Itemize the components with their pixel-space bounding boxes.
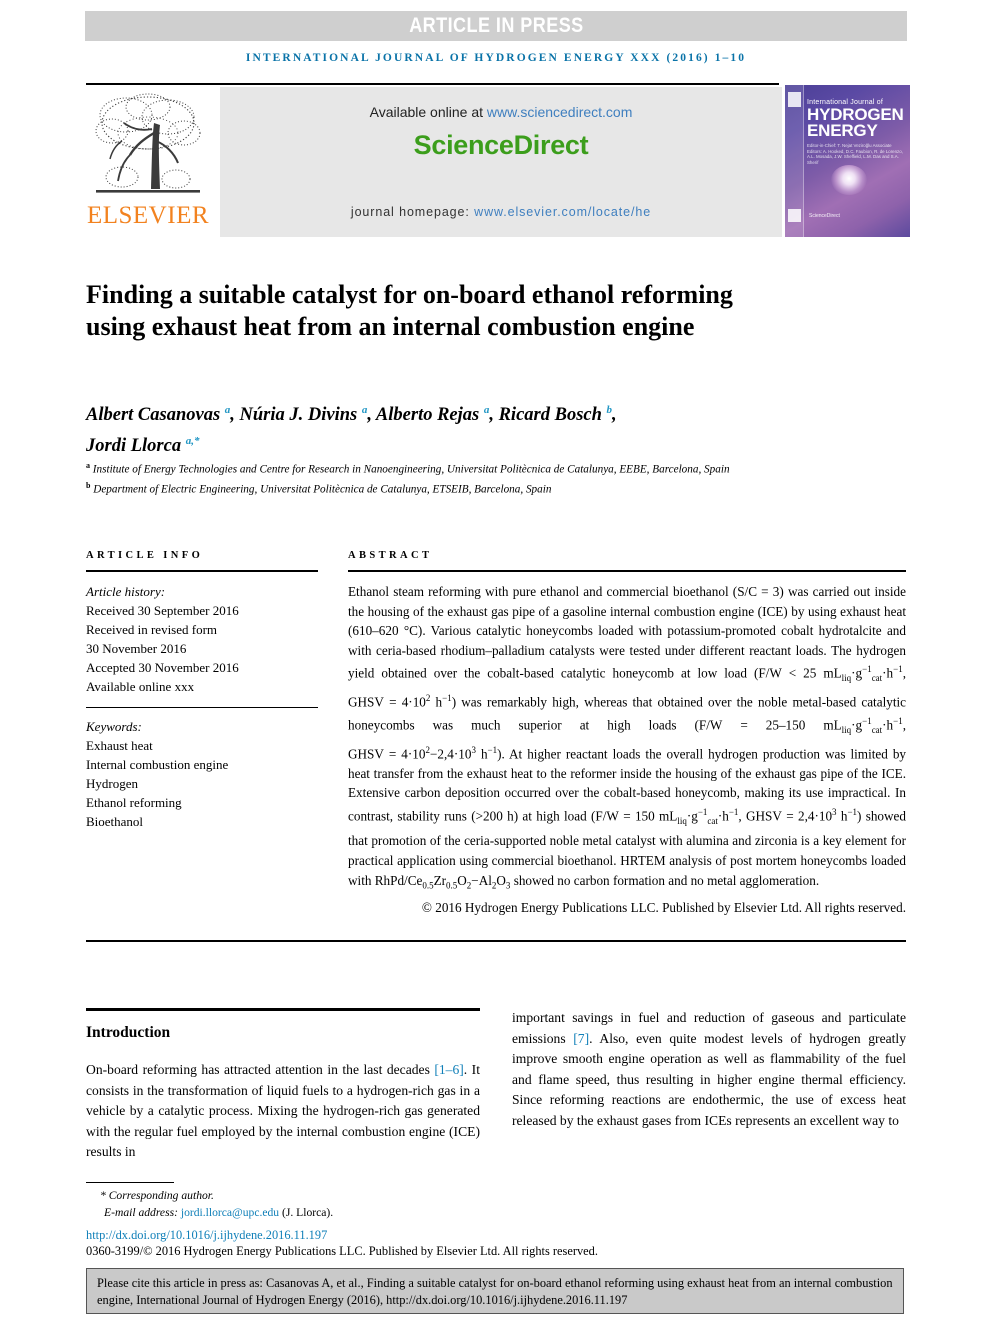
abstract-heading: ABSTRACT	[348, 550, 433, 561]
introduction-heading: Introduction	[86, 1024, 171, 1041]
author-list: Albert Casanovas a, Núria J. Divins a, A…	[86, 404, 617, 457]
history-item: Received 30 September 2016	[86, 603, 239, 618]
keyword-item: Internal combustion engine	[86, 757, 229, 772]
elsevier-wordmark: ELSEVIER	[86, 202, 210, 229]
please-cite-text: Please cite this article in press as: Ca…	[97, 1276, 893, 1307]
keywords-block: Keywords: Exhaust heat Internal combusti…	[86, 717, 318, 831]
keyword-item: Bioethanol	[86, 814, 144, 829]
history-item: Received in revised form	[86, 622, 218, 637]
email-suffix: (J. Llorca).	[279, 1205, 334, 1219]
sciencedirect-banner: Available online at www.sciencedirect.co…	[220, 87, 782, 237]
abstract-column: ABSTRACT Ethanol steam reforming with pu…	[348, 550, 906, 917]
history-item: 30 November 2016	[86, 641, 187, 656]
ihe-logo-bottom-icon	[788, 209, 801, 222]
available-online-prefix: Available online at	[369, 104, 487, 120]
history-item: Available online xxx	[86, 679, 195, 694]
affiliation-b: b Department of Electric Engineering, Un…	[86, 478, 876, 498]
cover-editors-text: Editor-in-Chief: T. Nejat Veziroğlu Asso…	[807, 143, 903, 165]
article-info-rule	[86, 570, 318, 572]
article-page: ARTICLE IN PRESS INTERNATIONAL JOURNAL O…	[0, 0, 992, 1323]
introduction-paragraph-right: important savings in fuel and reduction …	[512, 1010, 906, 1128]
history-item: Accepted 30 November 2016	[86, 660, 239, 675]
journal-homepage-prefix: journal homepage:	[350, 205, 475, 219]
keyword-item: Exhaust heat	[86, 738, 153, 753]
article-info-column: ARTICLE INFO Article history: Received 3…	[86, 550, 318, 831]
introduction-left-column: Introduction On-board reforming has attr…	[86, 1008, 480, 1163]
article-history-label: Article history:	[86, 584, 166, 599]
abstract-text: Ethanol steam reforming with pure ethano…	[348, 584, 907, 891]
article-in-press-label: ARTICLE IN PRESS	[408, 14, 584, 37]
footnote-block: * Corresponding author. E-mail address: …	[86, 1188, 786, 1221]
elsevier-logo: ELSEVIER	[86, 85, 210, 237]
cover-title-main: HYDROGEN ENERGY	[807, 106, 907, 140]
affiliation-b-text: Department of Electric Engineering, Univ…	[93, 483, 552, 496]
masthead: ELSEVIER Available online at www.science…	[86, 85, 910, 237]
introduction-paragraph-left: On-board reforming has attracted attenti…	[86, 1062, 480, 1159]
author-affil-marker: a,*	[185, 435, 200, 448]
corresponding-author-note: * Corresponding author.	[100, 1189, 214, 1202]
article-in-press-banner: ARTICLE IN PRESS	[85, 11, 907, 41]
introduction-rule	[86, 1008, 480, 1011]
issn-copyright-line: 0360-3199/© 2016 Hydrogen Energy Publica…	[86, 1244, 598, 1258]
cover-title-line3: ENERGY	[807, 121, 878, 140]
email-label: E-mail address:	[104, 1205, 181, 1219]
affiliation-a-text: Institute of Energy Technologies and Cen…	[92, 463, 730, 476]
introduction-right-column: important savings in fuel and reduction …	[512, 1008, 906, 1131]
journal-cover-thumbnail: International Journal of HYDROGEN ENERGY…	[785, 85, 910, 237]
citation-link-1-6[interactable]: [1–6]	[434, 1062, 463, 1077]
author-affil-marker: a	[361, 404, 368, 416]
author-affil-marker: a	[224, 404, 231, 416]
email-line: E-mail address: jordi.llorca@upc.edu (J.…	[86, 1205, 786, 1222]
please-cite-box: Please cite this article in press as: Ca…	[86, 1268, 904, 1314]
doi-link[interactable]: http://dx.doi.org/10.1016/j.ijhydene.201…	[86, 1228, 327, 1243]
email-link[interactable]: jordi.llorca@upc.edu	[181, 1206, 279, 1219]
citation-link-7[interactable]: [7]	[573, 1031, 589, 1046]
affil-marker-b: b	[86, 480, 91, 490]
sciencedirect-wordmark: ScienceDirect	[413, 130, 589, 160]
cover-sciencedirect-brand: ScienceDirect	[809, 213, 840, 219]
sciencedirect-url-link[interactable]: www.sciencedirect.com	[487, 104, 633, 120]
author-affil-marker: a	[483, 404, 490, 416]
keywords-divider	[86, 707, 318, 708]
elsevier-tree-icon	[95, 93, 201, 193]
available-online-line: Available online at www.sciencedirect.co…	[220, 104, 782, 120]
affiliations: a Institute of Energy Technologies and C…	[86, 458, 876, 497]
abstract-copyright: © 2016 Hydrogen Energy Publications LLC.…	[421, 899, 906, 915]
abstract-rule	[348, 570, 906, 572]
ihe-logo-icon	[788, 92, 801, 107]
journal-running-head: INTERNATIONAL JOURNAL OF HYDROGEN ENERGY…	[245, 52, 747, 64]
journal-homepage-link[interactable]: www.elsevier.com/locate/he	[474, 205, 651, 219]
affil-marker-a: a	[86, 461, 90, 470]
keyword-item: Ethanol reforming	[86, 795, 182, 810]
affiliation-a: a Institute of Energy Technologies and C…	[86, 458, 876, 478]
footnote-rule	[86, 1182, 174, 1183]
section-divider-rule	[86, 940, 906, 942]
author-affil-marker: b	[606, 404, 613, 416]
journal-homepage-line: journal homepage: www.elsevier.com/locat…	[220, 205, 782, 219]
keywords-label: Keywords:	[86, 719, 142, 734]
page-title: Finding a suitable catalyst for on-board…	[86, 280, 733, 342]
article-info-heading: ARTICLE INFO	[86, 550, 204, 561]
cover-orb-graphic	[831, 165, 867, 195]
article-history-block: Article history: Received 30 September 2…	[86, 582, 318, 696]
keyword-item: Hydrogen	[86, 776, 138, 791]
